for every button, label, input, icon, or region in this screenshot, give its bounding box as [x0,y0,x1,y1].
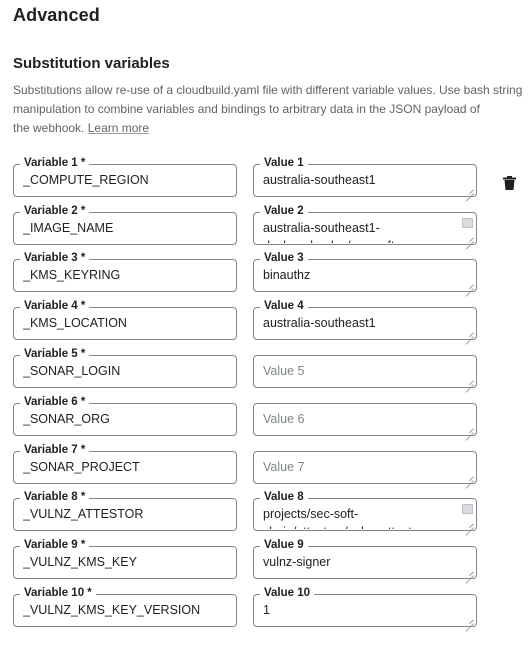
variable-field[interactable]: Variable 10 * _VULNZ_KMS_KEY_VERSION [13,586,237,627]
value-placeholder: Value 7 [263,460,305,474]
value-text: binauthz [263,268,311,282]
value-label: Value 2 [260,204,308,218]
variable-field[interactable]: Variable 3 * _KMS_KEYRING [13,251,237,292]
substitution-row: Variable 4 * _KMS_LOCATION Value 4 australi… [13,299,523,343]
variable-field[interactable]: Variable 6 * _SONAR_ORG [13,395,237,436]
variable-field[interactable]: Variable 8 * _VULNZ_ATTESTOR [13,490,237,531]
variable-value: _SONAR_PROJECT [23,460,140,474]
resize-handle[interactable] [465,615,474,624]
variable-field[interactable]: Variable 9 * _VULNZ_KMS_KEY [13,538,237,579]
value-field[interactable]: Value 3 binauthz [253,251,477,292]
value-field[interactable]: Value 1 australia-southeast1 [253,156,477,197]
scrollbar-thumb[interactable] [462,218,473,228]
substitution-row: Variable 1 * _COMPUTE_REGION Value 1 austra… [13,156,523,200]
resize-handle[interactable] [465,328,474,337]
value-field[interactable]: Value 9 vulnz-signer [253,538,477,579]
resize-handle[interactable] [465,519,474,528]
value-field[interactable]: Value 2 australia-southeast1-docker.pkg.d… [253,204,477,245]
substitution-row: Variable 3 * _KMS_KEYRING Value 3 binauthz [13,251,523,295]
value-placeholder: Value 5 [263,364,305,378]
variable-label: Variable 9 * [20,538,90,552]
value-text: projects/sec-soft-chain/attestors/vulnz-… [263,507,423,529]
scrollbar-thumb[interactable] [462,504,473,514]
variable-label: Variable 6 * [20,395,90,409]
variable-field[interactable]: Variable 2 * _IMAGE_NAME [13,204,237,245]
variable-label: Variable 10 * [20,586,96,600]
resize-handle[interactable] [465,472,474,481]
variable-label: Variable 1 * [20,156,90,170]
value-field[interactable]: Value 5 [253,355,477,388]
substitution-row: Variable 9 * _VULNZ_KMS_KEY Value 9 vulnz-s… [13,538,523,582]
value-text: australia-southeast1 [263,316,376,330]
substitution-row: Variable 8 * _VULNZ_ATTESTOR Value 8 projec… [13,490,523,534]
value-text: australia-southeast1-docker.pkg.dev/sec-… [263,221,398,243]
variable-value: _SONAR_ORG [23,412,110,426]
learn-more-link[interactable]: Learn more [88,121,149,135]
variable-field[interactable]: Variable 7 * _SONAR_PROJECT [13,443,237,484]
variable-label: Variable 7 * [20,443,90,457]
variable-label: Variable 4 * [20,299,90,313]
variable-field[interactable]: Variable 5 * _SONAR_LOGIN [13,347,237,388]
substitution-row: Variable 7 * _SONAR_PROJECT Value 7 [13,443,523,487]
variable-field[interactable]: Variable 4 * _KMS_LOCATION [13,299,237,340]
variable-label: Variable 2 * [20,204,90,218]
description: Substitutions allow re-use of a cloudbui… [13,81,532,138]
resize-handle[interactable] [465,280,474,289]
value-text: 1 [263,603,270,617]
substitution-row: Variable 5 * _SONAR_LOGIN Value 5 [13,347,523,391]
resize-handle[interactable] [465,185,474,194]
variable-value: _VULNZ_KMS_KEY_VERSION [23,603,201,617]
variable-value: _IMAGE_NAME [23,221,114,235]
description-line: Substitutions allow re-use of a cloudbui… [13,83,523,97]
value-field[interactable]: Value 8 projects/sec-soft-chain/attestors… [253,490,477,531]
resize-handle[interactable] [465,376,474,385]
description-line: the webhook. Learn more [13,121,150,135]
variable-value: _VULNZ_KMS_KEY [23,555,137,569]
variable-label: Variable 3 * [20,251,90,265]
resize-handle[interactable] [465,233,474,242]
variable-field[interactable]: Variable 1 * _COMPUTE_REGION [13,156,237,197]
variable-value: _KMS_KEYRING [23,268,121,282]
variable-value: _SONAR_LOGIN [23,364,121,378]
value-text: australia-southeast1 [263,173,376,187]
substitution-row: Variable 10 * _VULNZ_KMS_KEY_VERSION Value… [13,586,523,630]
substitution-row: Variable 6 * _SONAR_ORG Value 6 [13,395,523,439]
value-label: Value 9 [260,538,308,552]
description-line: manipulation to combine variables and bi… [13,102,480,116]
variable-value: _COMPUTE_REGION [23,173,149,187]
value-field[interactable]: Value 6 [253,403,477,436]
value-label: Value 4 [260,299,308,313]
value-label: Value 1 [260,156,308,170]
value-field[interactable]: Value 4 australia-southeast1 [253,299,477,340]
variable-value: _KMS_LOCATION [23,316,127,330]
resize-handle[interactable] [465,424,474,433]
value-field[interactable]: Value 10 1 [253,586,477,627]
variable-label: Variable 8 * [20,490,90,504]
value-label: Value 10 [260,586,315,600]
value-label: Value 8 [260,490,308,504]
resize-handle[interactable] [465,567,474,576]
variable-value: _VULNZ_ATTESTOR [23,507,144,521]
value-label: Value 3 [260,251,308,265]
substitution-row: Variable 2 * _IMAGE_NAME Value 2 australia-… [13,204,523,248]
section-title: Advanced [13,5,100,25]
value-text: vulnz-signer [263,555,331,569]
value-field[interactable]: Value 7 [253,451,477,484]
section-subtitle: Substitution variables [13,55,170,72]
value-placeholder: Value 6 [263,412,305,426]
variable-label: Variable 5 * [20,347,90,361]
